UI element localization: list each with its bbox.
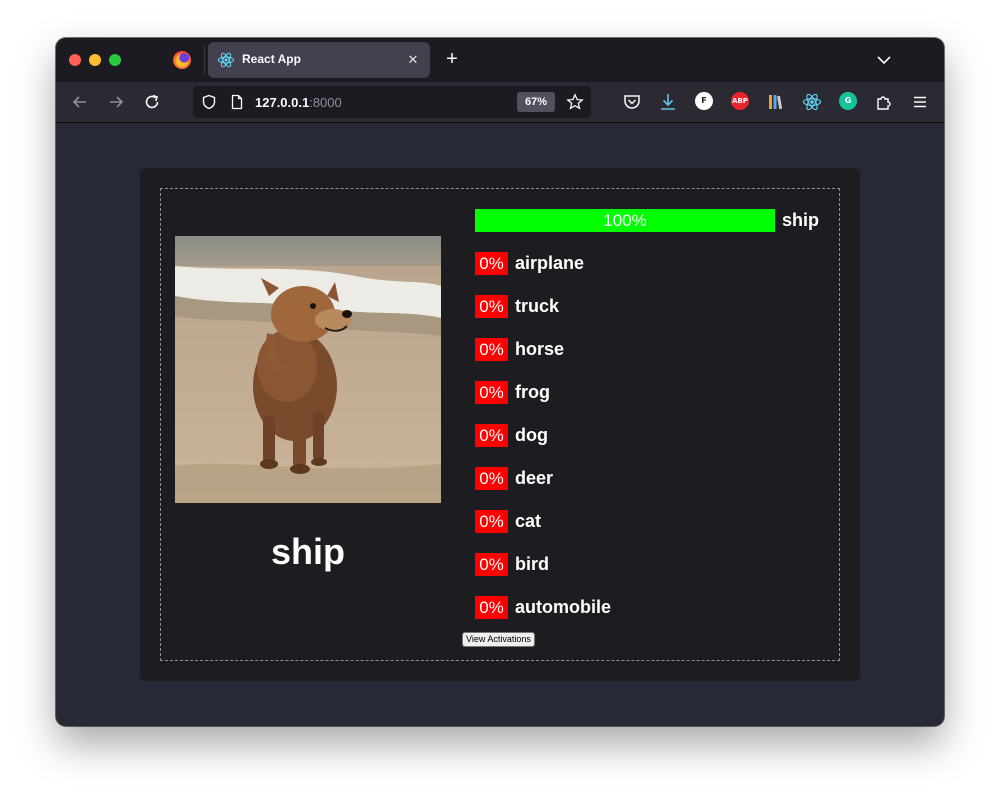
class-row-automobile: 0% automobile [475,596,611,619]
close-window-button[interactable] [69,54,81,66]
class-row-horse: 0% horse [475,338,564,361]
probability-bar: 0% [475,338,508,361]
probability-bar: 0% [475,424,508,447]
probability-bar: 0% [475,381,508,404]
f-extension-icon[interactable]: F [695,92,713,110]
download-icon[interactable] [658,92,678,112]
url-text: 127.0.0.1:8000 [255,95,342,110]
react-favicon [217,52,235,68]
url-bar[interactable]: 127.0.0.1:8000 67% [193,86,591,118]
forward-arrow-icon[interactable] [106,92,126,112]
class-row-bird: 0% bird [475,553,549,576]
browser-window: React App ✕ + 127.0.0.1:8000 67% F ABP G… [56,38,944,726]
close-icon[interactable]: ✕ [404,51,422,69]
classifier-frame: ship 100% ship 0% airplane 0% truck 0% horse 0% f… [160,188,840,661]
probability-bar: 0% [475,596,508,619]
pocket-icon[interactable] [622,92,642,112]
class-row-ship: 100% ship [475,209,819,232]
input-image [175,236,441,503]
class-row-dog: 0% dog [475,424,548,447]
class-label: airplane [515,253,585,273]
page-content: ship 100% ship 0% airplane 0% truck 0% horse 0% f… [56,124,944,726]
minimize-window-button[interactable] [89,54,101,66]
class-row-cat: 0% cat [475,510,541,533]
tab-divider [204,46,205,74]
class-row-airplane: 0% airplane [475,252,584,275]
probability-bar: 100% [475,209,775,232]
class-row-truck: 0% truck [475,295,559,318]
class-row-frog: 0% frog [475,381,550,404]
shield-icon[interactable] [201,94,217,110]
firefox-icon[interactable] [173,51,191,69]
class-label: ship [782,210,820,230]
probability-bar: 0% [475,467,508,490]
chevron-down-icon[interactable] [874,50,894,70]
probability-bar: 0% [475,510,508,533]
class-label: horse [515,339,565,359]
probability-bar: 0% [475,252,508,275]
adblock-plus-icon[interactable]: ABP [731,92,749,110]
library-icon[interactable] [766,92,786,112]
predicted-class: ship [270,531,345,572]
class-label: frog [515,382,550,402]
star-icon[interactable] [566,93,584,111]
page-icon[interactable] [229,94,245,110]
classifier-card: ship 100% ship 0% airplane 0% truck 0% horse 0% f… [140,168,860,681]
dog-photo [175,236,441,503]
react-devtools-icon[interactable] [802,92,822,112]
url-port: :8000 [309,95,342,110]
view-activations-button[interactable]: View Activations [462,632,535,647]
menu-icon[interactable] [910,92,930,112]
back-arrow-icon[interactable] [70,92,90,112]
zoom-window-button[interactable] [109,54,121,66]
class-label: cat [515,511,542,531]
nav-toolbar: 127.0.0.1:8000 67% F ABP G [56,82,944,123]
extensions-icon[interactable] [874,92,894,112]
plus-icon[interactable]: + [442,49,462,69]
tab-title: React App [242,52,301,66]
tab-strip: React App ✕ + [56,38,944,82]
probability-bar: 0% [475,295,508,318]
reload-icon[interactable] [142,92,162,112]
class-label: dog [515,425,548,445]
class-label: deer [515,468,554,488]
url-host: 127.0.0.1 [255,95,310,110]
class-label: automobile [515,597,612,617]
zoom-level-badge[interactable]: 67% [517,92,555,112]
probability-bar: 0% [475,553,508,576]
class-row-deer: 0% deer [475,467,553,490]
class-label: truck [515,296,560,316]
class-label: bird [515,554,549,574]
tab-react-app[interactable]: React App ✕ [208,42,430,78]
grammarly-icon[interactable]: G [839,92,857,110]
